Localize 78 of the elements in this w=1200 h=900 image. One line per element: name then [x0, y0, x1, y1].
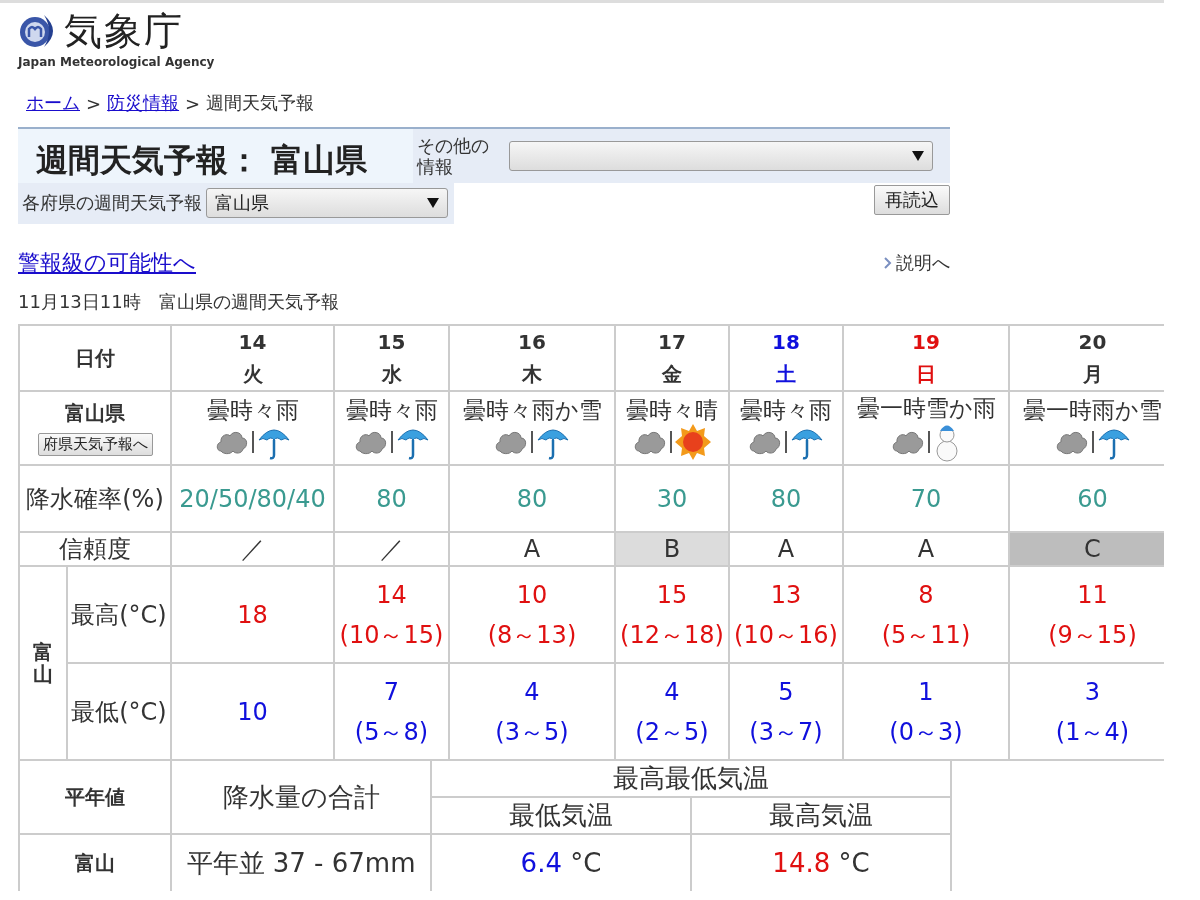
- min-temp-cell: 10: [171, 663, 334, 760]
- date-cell: 15 水: [334, 325, 449, 391]
- reliability-cell: B: [615, 532, 729, 566]
- forecast-text: 曇時々雨: [205, 396, 300, 424]
- forecast-text: 曇一時雨か雪: [1022, 396, 1163, 424]
- min-temp-header: 最低(°C): [67, 663, 171, 760]
- max-temp-cell: 11 (9～15): [1009, 566, 1164, 663]
- reliability-cell: A: [843, 532, 1009, 566]
- agency-logo-text: 気象庁: [64, 9, 184, 53]
- max-temp-header: 最高(°C): [67, 566, 171, 663]
- min-temp-cell: 3 (1～4): [1009, 663, 1164, 760]
- max-temp-cell: 13 (10～16): [729, 566, 843, 663]
- page-title: 週間天気予報： 富山県: [35, 140, 369, 181]
- max-temp-cell: 15 (12～18): [615, 566, 729, 663]
- pop-cell: 60: [1009, 465, 1164, 532]
- pop-cell: 80: [334, 465, 449, 532]
- reliability-header: 信頼度: [19, 532, 171, 566]
- pop-cell: 80: [449, 465, 615, 532]
- pop-cell: 80: [729, 465, 843, 532]
- date-cell: 20 月: [1009, 325, 1164, 391]
- prefecture-select[interactable]: 富山県: [206, 188, 448, 218]
- reliability-cell: A: [729, 532, 843, 566]
- date-cell: 17 金: [615, 325, 729, 391]
- max-temp-cell: 10 (8～13): [449, 566, 615, 663]
- area-name: 富山県: [64, 400, 126, 427]
- agency-subtitle: Japan Meteorological Agency: [18, 55, 216, 69]
- forecast-text: 曇時々雨か雪: [461, 396, 603, 424]
- max-temp-cell: 8 (5～11): [843, 566, 1009, 663]
- normals-city: 富山: [19, 834, 171, 891]
- pop-header: 降水確率(%): [19, 465, 171, 532]
- date-cell: 16 木: [449, 325, 615, 391]
- reload-button[interactable]: 再読込: [874, 185, 950, 215]
- breadcrumb-separator: >: [86, 92, 102, 114]
- forecast-text: 曇時々雨: [344, 396, 439, 424]
- min-temp-cell: 7 (5～8): [334, 663, 449, 760]
- precip-header: 降水量の合計: [171, 760, 431, 834]
- min-temp-cell: 5 (3～7): [729, 663, 843, 760]
- other-info-select[interactable]: [509, 141, 933, 171]
- breadcrumb-current: 週間天気予報: [206, 91, 315, 115]
- explanation-link[interactable]: 説明へ: [884, 251, 950, 275]
- city-label: 富山: [19, 566, 67, 760]
- max-normal-value: 14.8 °C: [691, 834, 951, 891]
- reliability-cell: ／: [171, 532, 334, 566]
- issued-time: 11月13日11時 富山県の週間天気予報: [18, 290, 340, 314]
- precip-normal: 平年並 37 - 67mm: [171, 834, 431, 891]
- max-normal-header: 最高気温: [691, 797, 951, 834]
- date-header: 日付: [19, 325, 171, 391]
- date-cell: 14 火: [171, 325, 334, 391]
- dropdown-arrow-icon: [427, 198, 439, 208]
- breadcrumb-separator: >: [185, 92, 201, 114]
- other-info-label: その他の情報: [417, 135, 490, 177]
- pop-cell: 20/50/80/40: [171, 465, 334, 532]
- pop-cell: 70: [843, 465, 1009, 532]
- prefecture-select-label: 各府県の週間天気予報: [22, 191, 202, 215]
- reliability-cell: C: [1009, 532, 1164, 566]
- reliability-cell: ／: [334, 532, 449, 566]
- date-cell: 19 日: [843, 325, 1009, 391]
- forecast-text: 曇時々晴: [625, 396, 719, 424]
- chevron-icon: [884, 257, 892, 269]
- min-temp-cell: 4 (2～5): [615, 663, 729, 760]
- min-temp-cell: 4 (3～5): [449, 663, 615, 760]
- min-temp-cell: 1 (0～3): [843, 663, 1009, 760]
- breadcrumb-link[interactable]: 防災情報: [107, 91, 180, 115]
- forecast-text: 曇一時雪か雨: [855, 394, 997, 422]
- breadcrumb-link[interactable]: ホーム: [26, 91, 80, 115]
- prefecture-forecast-button[interactable]: 府県天気予報へ: [37, 433, 153, 456]
- temp-header: 最高最低気温: [431, 760, 951, 797]
- forecast-text: 曇時々雨: [739, 396, 833, 424]
- max-temp-cell: 14 (10～15): [334, 566, 449, 663]
- reliability-cell: A: [449, 532, 615, 566]
- min-normal-header: 最低気温: [431, 797, 691, 834]
- max-temp-cell: 18: [171, 566, 334, 663]
- normals-header: 平年値: [19, 760, 171, 834]
- dropdown-arrow-icon: [912, 151, 924, 161]
- warning-possibility-link[interactable]: 警報級の可能性へ: [18, 248, 196, 278]
- min-normal-value: 6.4 °C: [431, 834, 691, 891]
- date-cell: 18 土: [729, 325, 843, 391]
- pop-cell: 30: [615, 465, 729, 532]
